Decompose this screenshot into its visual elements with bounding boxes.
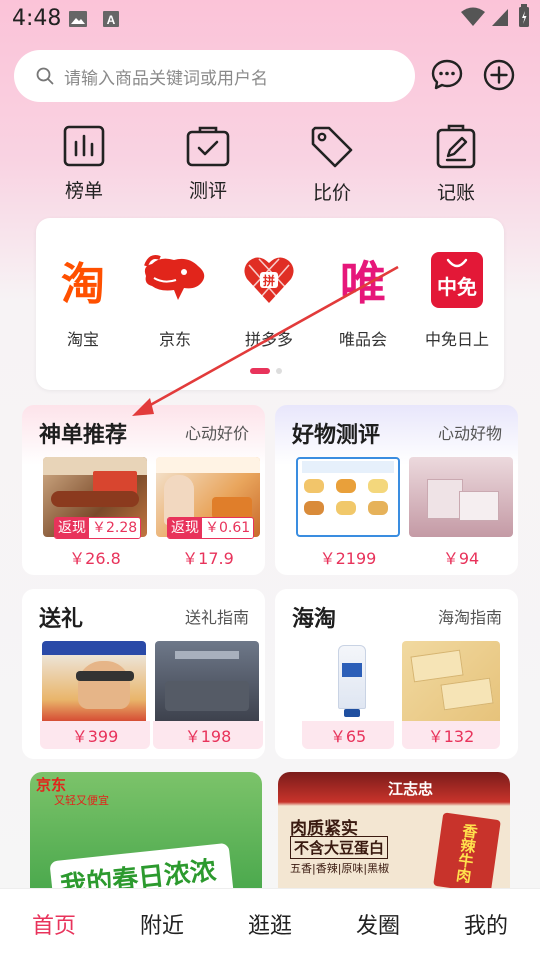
platform-label: 唯品会 (338, 330, 387, 349)
carousel-dot-active (250, 368, 270, 374)
platform-vip[interactable]: 唯 唯品会 (318, 250, 408, 350)
shortcut-review[interactable]: 测评 (158, 124, 258, 203)
product-price: ￥17.9 (182, 549, 234, 568)
image-notification-icon (69, 11, 87, 27)
clipboard-check-icon (186, 126, 230, 167)
product-price: ￥2199 (319, 549, 377, 568)
shortcut-label: 榜单 (64, 180, 103, 202)
product-thumbnail[interactable] (402, 641, 500, 725)
cdf-bag-logo: 中免 (412, 250, 502, 310)
nav-browse[interactable]: 逛逛 (216, 889, 324, 960)
haitao-card[interactable]: 海淘 海淘指南 ￥65 ￥132 (275, 589, 518, 759)
platform-taobao[interactable]: 淘 淘宝 (38, 250, 128, 350)
add-icon[interactable] (482, 58, 516, 92)
banner-line2: 不含大豆蛋白 (290, 836, 389, 859)
search-placeholder: 请输入商品关键词或用户名 (64, 68, 268, 89)
svg-text:拼: 拼 (263, 273, 275, 288)
message-icon[interactable] (430, 58, 464, 92)
bottom-nav: 首页 附近 逛逛 发圈 我的 (0, 888, 540, 960)
rebate-badge: 返现 ￥0.61 (167, 517, 255, 539)
banner-line3: 五香|香辣|原味|黑椒 (290, 862, 390, 875)
gift-card[interactable]: 送礼 送礼指南 ￥399 ￥198 (22, 589, 265, 759)
product-price: ￥198 (153, 721, 263, 749)
platform-pinduoduo[interactable]: 拼 拼多多 (224, 250, 314, 350)
shortcut-bookkeeping[interactable]: 记账 (406, 124, 506, 205)
card-title: 海淘 (292, 607, 337, 632)
wifi-icon (461, 7, 485, 26)
status-time: 4:48 (12, 6, 62, 31)
jd-dog-logo (130, 250, 220, 310)
banner-product: 香辣牛肉 (453, 821, 480, 884)
card-subtitle[interactable]: 心动好物 (438, 420, 502, 444)
nav-home[interactable]: 首页 (0, 889, 108, 960)
card-title: 送礼 (39, 607, 84, 632)
signal-icon (492, 9, 508, 26)
vip-logo: 唯 (340, 256, 386, 310)
nav-mine[interactable]: 我的 (432, 889, 540, 960)
font-notification-icon: A (103, 11, 119, 27)
rebate-badge: 返现 ￥2.28 (54, 517, 142, 539)
card-title: 神单推荐 (39, 423, 128, 448)
product-price: ￥132 (402, 721, 500, 749)
card-subtitle[interactable]: 海淘指南 (438, 604, 502, 628)
nav-nearby[interactable]: 附近 (108, 889, 216, 960)
platform-label: 拼多多 (244, 330, 293, 349)
carousel-dot (276, 368, 282, 374)
card-subtitle[interactable]: 送礼指南 (185, 604, 249, 628)
product-thumbnail[interactable] (296, 457, 400, 537)
platform-label: 中免日上 (424, 330, 489, 349)
nav-post[interactable]: 发圈 (324, 889, 432, 960)
banner-brand: 江志忠 (388, 780, 434, 798)
shortcut-label: 测评 (188, 180, 227, 202)
platform-cdf[interactable]: 中免 中免日上 (412, 250, 502, 350)
price-tag-icon (311, 126, 353, 168)
svg-text:A: A (107, 13, 116, 27)
platform-carousel: 淘 淘宝 京东 拼 拼多多 唯 唯品会 中免 中免日上 (36, 218, 504, 390)
product-price: ￥26.8 (69, 549, 121, 568)
taobao-logo: 淘 (61, 259, 105, 310)
search-icon (36, 67, 54, 85)
battery-icon (519, 4, 529, 27)
product-price: ￥399 (40, 721, 150, 749)
platform-label: 淘宝 (66, 330, 99, 349)
product-thumbnail[interactable] (302, 641, 406, 725)
status-bar: 4:48 A (0, 0, 540, 40)
product-price: ￥65 (302, 721, 394, 749)
pinduoduo-logo: 拼 (224, 250, 314, 310)
jd-promo-banner[interactable]: 京东 又轻又便宜 我的春日浓浓 (30, 772, 262, 902)
banner-tagline: 又轻又便宜 (54, 794, 109, 807)
product-thumbnail[interactable] (155, 641, 259, 725)
chart-icon (63, 125, 105, 167)
shortcut-label: 比价 (312, 182, 351, 204)
platform-jd[interactable]: 京东 (130, 250, 220, 350)
product-thumbnail[interactable] (42, 641, 146, 725)
search-input[interactable]: 请输入商品关键词或用户名 (14, 50, 415, 102)
review-card[interactable]: 好物测评 心动好物 ￥2199 ￥94 (275, 405, 518, 575)
notebook-pen-icon (436, 124, 476, 169)
product-thumbnail[interactable] (409, 457, 513, 537)
shortcut-ranking[interactable]: 榜单 (34, 124, 134, 203)
product-price: ￥94 (442, 549, 480, 568)
recommend-card[interactable]: 神单推荐 心动好价 返现 ￥2.28 返现 ￥0.61 ￥26.8 ￥17.9 (22, 405, 265, 575)
platform-label: 京东 (158, 330, 191, 349)
shortcut-compare[interactable]: 比价 (282, 124, 382, 205)
beef-promo-banner[interactable]: 江志忠 肉质紧实 不含大豆蛋白 五香|香辣|原味|黑椒 香辣牛肉 (278, 772, 510, 902)
shortcut-label: 记账 (436, 182, 475, 204)
card-subtitle[interactable]: 心动好价 (185, 420, 249, 444)
card-title: 好物测评 (292, 423, 381, 448)
